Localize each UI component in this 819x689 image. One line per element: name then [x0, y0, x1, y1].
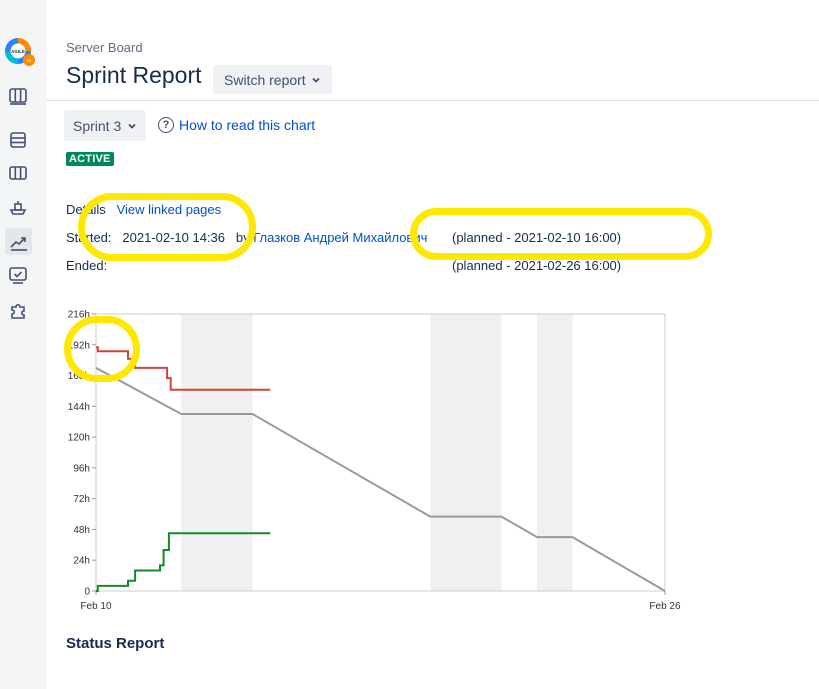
y-tick-label: 192h — [68, 340, 90, 351]
sprint-burndown-chart: 0 24h 48h 72h 96h 120h 144h 168h 192h 216h Feb 10 F… — [68, 310, 681, 613]
non-working-day-band — [536, 314, 573, 591]
non-working-day-band — [430, 314, 502, 591]
y-tick-label: 120h — [68, 433, 90, 444]
non-working-day-band — [181, 314, 253, 591]
y-tick-label: 168h — [68, 371, 90, 382]
y-tick-label: 144h — [68, 402, 90, 413]
y-tick-label: 24h — [73, 556, 90, 567]
x-tick-label: Feb 26 — [649, 601, 681, 612]
y-tick-label: 72h — [73, 494, 90, 505]
y-tick-label: 0 — [84, 587, 90, 598]
x-tick-label: Feb 10 — [80, 601, 112, 612]
y-tick-label: 96h — [73, 463, 90, 474]
y-tick-label: 48h — [73, 525, 90, 536]
y-tick-label: 216h — [68, 310, 90, 321]
